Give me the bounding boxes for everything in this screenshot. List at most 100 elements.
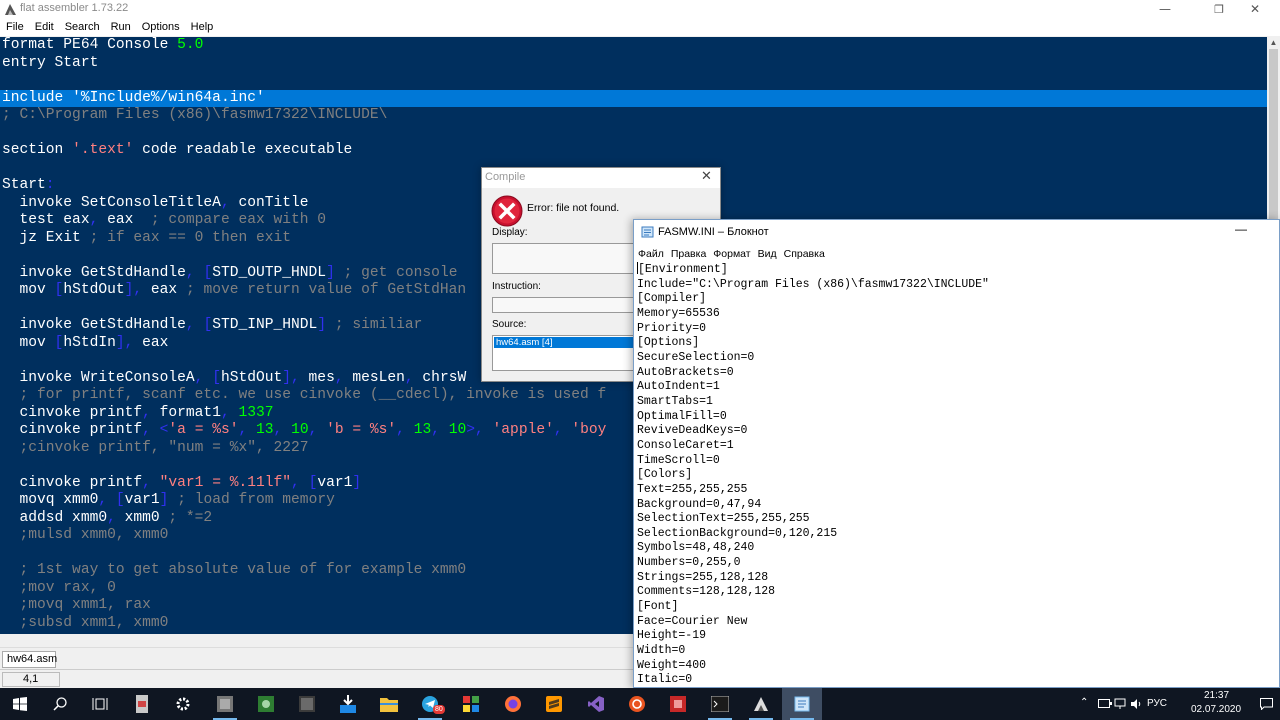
taskbar-ubuntu[interactable] (617, 688, 657, 720)
code-token: section (2, 142, 73, 158)
np-menu-view[interactable]: Вид (754, 248, 780, 260)
tray-chevron-up-icon[interactable]: ⌃ (1080, 697, 1088, 708)
code-line[interactable]: ;mulsd xmm0, xmm0 (2, 527, 169, 545)
code-line[interactable]: cinvoke printf, "var1 = %.11lf", [var1] (2, 475, 362, 493)
code-token: , (142, 422, 151, 438)
code-token: hStdOut (220, 369, 283, 386)
scroll-up-icon[interactable]: ▲ (1267, 37, 1280, 49)
code-line[interactable]: cinvoke printf, <'a = %s', 13, 10, 'b = … (2, 422, 607, 440)
code-line[interactable]: invoke GetStdHandle, [STD_INP_HNDL] ; si… (2, 317, 423, 335)
taskbar-firefox[interactable] (493, 688, 533, 720)
notepad-line: Background=0,47,94 (637, 498, 1277, 513)
code-line[interactable]: include '%Include%/win64a.inc' (0, 89, 1267, 107)
taskbar-sublime-text[interactable] (534, 688, 574, 720)
code-token: mesLen (343, 369, 405, 386)
taskbar-console[interactable] (700, 688, 740, 720)
np-menu-help[interactable]: Справка (780, 248, 828, 260)
code-line[interactable]: ; for printf, scanf etc. we use cinvoke … (2, 387, 607, 405)
clock-time[interactable]: 21:37 (1204, 690, 1229, 701)
code-line[interactable]: ;cinvoke printf, "num = %x", 2227 (2, 440, 309, 458)
code-line[interactable]: entry Start (2, 55, 98, 73)
menu-edit[interactable]: Edit (29, 19, 59, 33)
np-menu-file[interactable]: Файл (634, 248, 667, 260)
menu-run[interactable]: Run (105, 19, 136, 33)
battery-icon[interactable] (1098, 699, 1112, 708)
notepad-line: AutoBrackets=0 (637, 366, 1277, 381)
taskbar-notepad[interactable] (782, 688, 822, 720)
taskbar-app-tiles[interactable] (451, 688, 491, 720)
code-line[interactable]: ; C:\Program Files (x86)\fasmw17322\INCL… (2, 107, 387, 125)
code-line[interactable]: jz Exit ; if eax == 0 then exit (2, 230, 292, 248)
code-line[interactable]: ;movq xmm1, rax (2, 597, 151, 615)
notepad-title-bar[interactable]: FASMW.INI – Блокнот — (634, 220, 1279, 244)
search-button[interactable] (40, 688, 80, 720)
clock-date[interactable]: 02.07.2020 (1191, 704, 1241, 715)
code-line[interactable]: invoke SetConsoleTitleA, conTitle (2, 195, 309, 213)
code-line[interactable]: ;mov rax, 0 (2, 580, 116, 598)
code-token: [ (212, 369, 221, 386)
volume-icon[interactable] (1130, 698, 1142, 710)
notifications-icon[interactable] (1260, 698, 1273, 710)
code-line[interactable]: cinvoke printf, format1, 1337 (2, 405, 274, 423)
np-menu-edit[interactable]: Правка (667, 248, 709, 260)
firefox-icon (505, 696, 521, 712)
code-token: ], (124, 282, 143, 298)
code-line[interactable]: format PE64 Console 5.0 (2, 37, 203, 55)
tab-hw64-asm[interactable]: hw64.asm (2, 651, 57, 668)
notepad-line-text: TimeScroll=0 (637, 453, 720, 467)
notepad-line: [Font] (637, 600, 1277, 615)
code-line[interactable]: test eax, eax ; compare eax with 0 (2, 212, 327, 230)
taskbar-fasm[interactable] (741, 688, 781, 720)
notepad-line: AutoIndent=1 (637, 380, 1277, 395)
document-app-icon (136, 695, 148, 713)
code-line[interactable]: mov [hStdIn], eax (2, 335, 169, 353)
task-view-button[interactable] (80, 688, 120, 720)
fasm-title-bar[interactable]: flat assembler 1.73.22 — ❐ ✕ (0, 0, 1280, 19)
compile-close-button[interactable]: ✕ (701, 169, 712, 184)
input-language[interactable]: РУС (1147, 698, 1167, 709)
notepad-line: Priority=0 (637, 322, 1277, 337)
code-token: format PE64 Console (2, 37, 178, 53)
notepad-line-text: SelectionBackground=0,120,215 (637, 526, 838, 540)
taskbar-app-document[interactable] (122, 688, 162, 720)
search-icon (53, 697, 67, 711)
start-button[interactable] (0, 688, 40, 720)
code-line[interactable]: invoke WriteConsoleA, [hStdOut], mes, me… (2, 369, 467, 388)
network-icon[interactable] (1114, 698, 1126, 710)
taskbar-app-red[interactable] (658, 688, 698, 720)
taskbar-app-downloads[interactable] (328, 688, 368, 720)
taskbar-visual-studio[interactable] (576, 688, 616, 720)
notepad-line: Strings=255,128,128 (637, 571, 1277, 586)
notepad-minimize-button[interactable]: — (1235, 222, 1247, 236)
menu-options[interactable]: Options (136, 19, 185, 33)
code-line[interactable]: movq xmm0, [var1] ; load from memory (2, 492, 335, 510)
code-token: addsd xmm0 (2, 509, 108, 526)
code-line[interactable]: mov [hStdOut], eax ; move return value o… (2, 282, 467, 300)
np-menu-format[interactable]: Формат (709, 248, 753, 260)
code-line[interactable]: ;subsd xmm1, xmm0 (2, 614, 169, 633)
code-line[interactable]: addsd xmm0, xmm0 ; *=2 (2, 509, 213, 528)
notepad-text-area[interactable]: [Environment] Include="C:\Program Files (… (637, 262, 1277, 687)
compile-title-bar[interactable]: Compile ✕ (482, 168, 720, 188)
menu-help[interactable]: Help (185, 19, 219, 33)
code-line[interactable]: Start: (2, 177, 55, 195)
code-token: ;subsd xmm1, xmm0 (2, 614, 169, 631)
code-token: 'b = %s' (326, 422, 397, 438)
code-line[interactable]: section '.text' code readable executable (2, 142, 352, 160)
taskbar-app-terminal[interactable] (287, 688, 327, 720)
taskbar-app-green[interactable] (246, 688, 286, 720)
menu-file[interactable]: File (0, 19, 29, 33)
code-line[interactable]: ; 1st way to get absolute value of for e… (2, 562, 467, 580)
close-button[interactable]: ✕ (1232, 0, 1278, 19)
code-line[interactable]: invoke GetStdHandle, [STD_OUTP_HNDL] ; g… (2, 265, 458, 283)
taskbar-explorer[interactable] (369, 688, 409, 720)
menu-search[interactable]: Search (59, 19, 105, 33)
notepad-line-text: Strings=255,128,128 (637, 570, 769, 584)
taskbar-settings[interactable] (163, 688, 203, 720)
taskbar-telegram[interactable]: 80 (410, 688, 450, 720)
minimize-button[interactable]: — (1142, 0, 1188, 19)
taskbar-app-gray[interactable] (205, 688, 245, 720)
notepad-line-text: AutoIndent=1 (637, 380, 720, 394)
